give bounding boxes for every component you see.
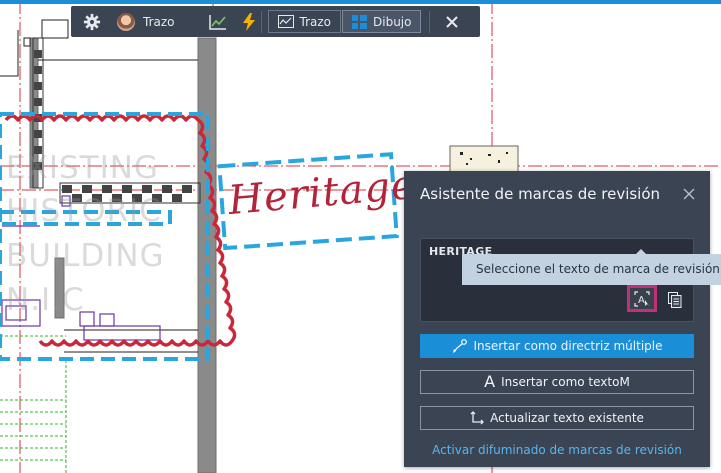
watermark-line: HISTORIC xyxy=(6,193,162,229)
gear-icon xyxy=(83,13,101,30)
copy-icon xyxy=(668,292,682,308)
update-text-label: Actualizar texto existente xyxy=(490,411,644,425)
update-text-button[interactable]: Actualizar texto existente xyxy=(420,406,694,430)
mtext-icon: A xyxy=(484,372,496,391)
settings-button[interactable] xyxy=(83,13,101,31)
select-markup-text-button[interactable]: A xyxy=(627,285,657,312)
svg-text:A: A xyxy=(638,295,645,306)
sketch-icon xyxy=(277,15,294,28)
select-text-icon: A xyxy=(634,290,650,307)
markup-toolbar: Trazo Trazo Dibujo xyxy=(71,6,480,37)
user-name: Trazo xyxy=(143,14,175,29)
user-account[interactable]: Trazo xyxy=(117,12,175,31)
copy-text-button[interactable] xyxy=(664,290,686,310)
tab-trazo[interactable]: Trazo xyxy=(267,10,341,33)
watermark-line: N.I.C xyxy=(6,282,85,318)
multileader-icon xyxy=(452,339,467,353)
insert-mtext-button[interactable]: A Insertar como textoM xyxy=(420,370,694,394)
top-accent-bar xyxy=(0,0,721,4)
tab-trazo-label: Trazo xyxy=(299,14,332,29)
select-text-tooltip: Seleccione el texto de marca de revisión… xyxy=(462,254,721,285)
update-icon xyxy=(470,411,485,425)
toolbar-divider xyxy=(260,10,262,33)
tab-dibujo[interactable]: Dibujo xyxy=(342,10,422,33)
close-icon xyxy=(683,188,695,200)
insert-multileader-label: Insertar como directriz múltiple xyxy=(473,339,663,353)
panel-title: Asistente de marcas de revisión xyxy=(420,185,661,203)
markup-assist-panel: Asistente de marcas de revisión HERITAGE… xyxy=(404,171,710,467)
lightning-icon xyxy=(242,12,255,31)
toolbar-close-button[interactable] xyxy=(446,15,459,28)
watermark-line: EXISTING xyxy=(6,150,159,186)
panel-close-button[interactable] xyxy=(682,186,696,200)
drawing-grid-icon xyxy=(352,14,367,29)
lightning-button[interactable] xyxy=(242,12,255,31)
avatar xyxy=(117,12,135,31)
tab-dibujo-label: Dibujo xyxy=(373,14,412,29)
close-icon xyxy=(446,15,459,28)
insert-multileader-button[interactable]: Insertar como directriz múltiple xyxy=(420,334,694,358)
activate-fade-link[interactable]: Activar difuminado de marcas de revisión xyxy=(404,443,710,457)
watermark-line: BUILDING xyxy=(6,238,165,274)
trend-chart-icon xyxy=(208,14,226,30)
trend-button[interactable] xyxy=(208,14,227,30)
insert-mtext-label: Insertar como textoM xyxy=(501,375,630,389)
toolbar-divider xyxy=(429,10,431,33)
